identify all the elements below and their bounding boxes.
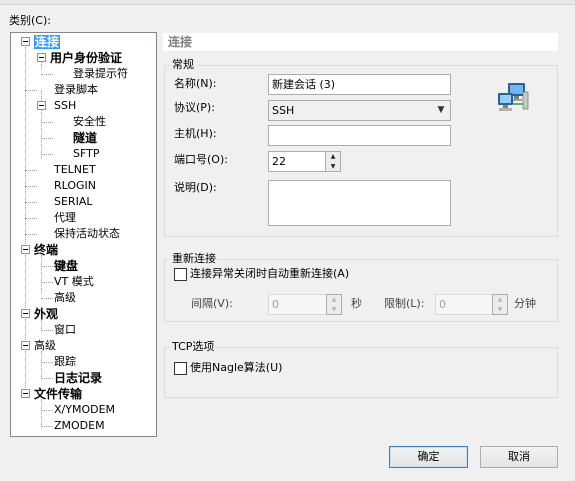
tree-item-zmodem[interactable]: ZMODEM [54, 419, 105, 433]
tree-line [41, 154, 53, 155]
tree-item-trace[interactable]: 跟踪 [54, 355, 76, 369]
host-field[interactable] [268, 125, 451, 146]
page-title: 连接 [163, 33, 558, 51]
spin-down-icon[interactable]: ▼ [327, 305, 341, 314]
tree-line [41, 266, 53, 267]
tree-line [41, 378, 53, 379]
tree-item-xymodem[interactable]: X/YMODEM [54, 403, 115, 417]
interval-stepper[interactable]: ▲ ▼ [326, 294, 342, 315]
collapse-icon[interactable] [37, 53, 46, 62]
tree-line [25, 202, 37, 203]
tree-item-user-auth[interactable]: 用户身份验证 [50, 51, 122, 65]
tree-line [41, 74, 53, 75]
interval-unit: 秒 [351, 297, 362, 310]
tree-line [41, 282, 53, 283]
tree-line [25, 170, 37, 171]
tree-line [41, 330, 53, 331]
tree-item-window[interactable]: 窗口 [54, 323, 76, 337]
tree-item-keepalive[interactable]: 保持活动状态 [54, 227, 120, 241]
tree-item-tunnel[interactable]: 隧道 [73, 131, 97, 145]
tree-line [25, 90, 37, 91]
collapse-icon[interactable] [37, 101, 46, 110]
tree-line [41, 362, 53, 363]
tree-item-security[interactable]: 安全性 [73, 115, 106, 129]
tree-line [41, 298, 53, 299]
tree-item-terminal[interactable]: 终端 [34, 243, 58, 257]
name-field[interactable]: 新建会话 (3) [268, 74, 451, 95]
description-label: 说明(D): [174, 181, 217, 194]
collapse-icon[interactable] [21, 37, 30, 46]
protocol-label: 协议(P): [174, 101, 215, 114]
limit-unit: 分钟 [514, 297, 536, 310]
port-field[interactable]: 22 [268, 151, 326, 172]
tree-line [25, 218, 37, 219]
host-label: 主机(H): [174, 127, 217, 140]
tree-line [41, 122, 53, 123]
tree-item-advanced[interactable]: 高级 [34, 339, 56, 353]
limit-field[interactable]: 0 [435, 294, 495, 315]
limit-label: 限制(L): [384, 297, 425, 310]
protocol-selected-value: SSH [272, 104, 295, 117]
tree-item-keyboard[interactable]: 键盘 [54, 259, 78, 273]
tree-line [25, 234, 37, 235]
nagle-checkbox[interactable] [174, 362, 187, 375]
tree-item-vt-mode[interactable]: VT 模式 [54, 275, 94, 289]
spin-up-icon[interactable]: ▲ [327, 295, 341, 304]
chevron-down-icon: ▼ [437, 105, 445, 115]
tree-line [41, 399, 42, 425]
collapse-icon[interactable] [21, 245, 30, 254]
tree-line [41, 410, 53, 411]
network-computers-icon [496, 80, 530, 114]
tree-item-rlogin[interactable]: RLOGIN [54, 179, 96, 193]
tree-item-serial[interactable]: SERIAL [54, 195, 92, 209]
protocol-select[interactable]: SSH ▼ [268, 100, 451, 121]
general-group-title: 常规 [170, 58, 196, 72]
interval-field[interactable]: 0 [268, 294, 328, 315]
tree-item-ssh[interactable]: SSH [54, 99, 76, 113]
spin-down-icon[interactable]: ▼ [326, 162, 340, 171]
tree-item-login-script[interactable]: 登录脚本 [54, 83, 98, 97]
spin-up-icon[interactable]: ▲ [493, 295, 507, 304]
spin-up-icon[interactable]: ▲ [326, 152, 340, 161]
tree-item-proxy[interactable]: 代理 [54, 211, 76, 225]
name-label: 名称(N): [174, 77, 217, 90]
auto-reconnect-checkbox[interactable] [174, 268, 187, 281]
tcp-options-group-title: TCP选项 [170, 340, 217, 354]
tree-line [25, 186, 37, 187]
interval-label: 间隔(V): [191, 297, 233, 310]
nagle-label[interactable]: 使用Nagle算法(U) [190, 361, 282, 375]
tree-item-connection[interactable]: 连接 [34, 35, 61, 49]
title-bar-edge [0, 0, 575, 5]
port-stepper[interactable]: ▲ ▼ [325, 151, 341, 172]
tree-line [41, 351, 42, 377]
limit-stepper[interactable]: ▲ ▼ [492, 294, 508, 315]
tree-item-file-transfer[interactable]: 文件传输 [34, 387, 82, 401]
collapse-icon[interactable] [21, 341, 30, 350]
description-field[interactable] [268, 180, 451, 226]
tree-line [41, 138, 53, 139]
collapse-icon[interactable] [21, 309, 30, 318]
tree-item-sftp[interactable]: SFTP [73, 147, 99, 161]
category-tree[interactable]: 连接 用户身份验证 登录提示符 登录脚本 SSH 安全性 隧道 SFTP TEL… [10, 32, 157, 437]
tree-item-terminal-advanced[interactable]: 高级 [54, 291, 76, 305]
tree-item-login-prompt[interactable]: 登录提示符 [73, 67, 128, 81]
category-label: 类别(C): [9, 14, 51, 27]
tree-item-logging[interactable]: 日志记录 [54, 371, 102, 385]
tree-item-appearance[interactable]: 外观 [34, 307, 58, 321]
tree-line [41, 255, 42, 293]
tree-item-telnet[interactable]: TELNET [54, 163, 96, 177]
reconnect-group-title: 重新连接 [170, 252, 218, 266]
ok-button[interactable]: 确定 [389, 446, 468, 468]
spin-down-icon[interactable]: ▼ [493, 305, 507, 314]
auto-reconnect-label[interactable]: 连接异常关闭时自动重新连接(A) [190, 267, 349, 281]
tree-line [41, 426, 53, 427]
collapse-icon[interactable] [21, 389, 30, 398]
port-label: 端口号(O): [174, 153, 228, 166]
cancel-button[interactable]: 取消 [480, 446, 558, 468]
